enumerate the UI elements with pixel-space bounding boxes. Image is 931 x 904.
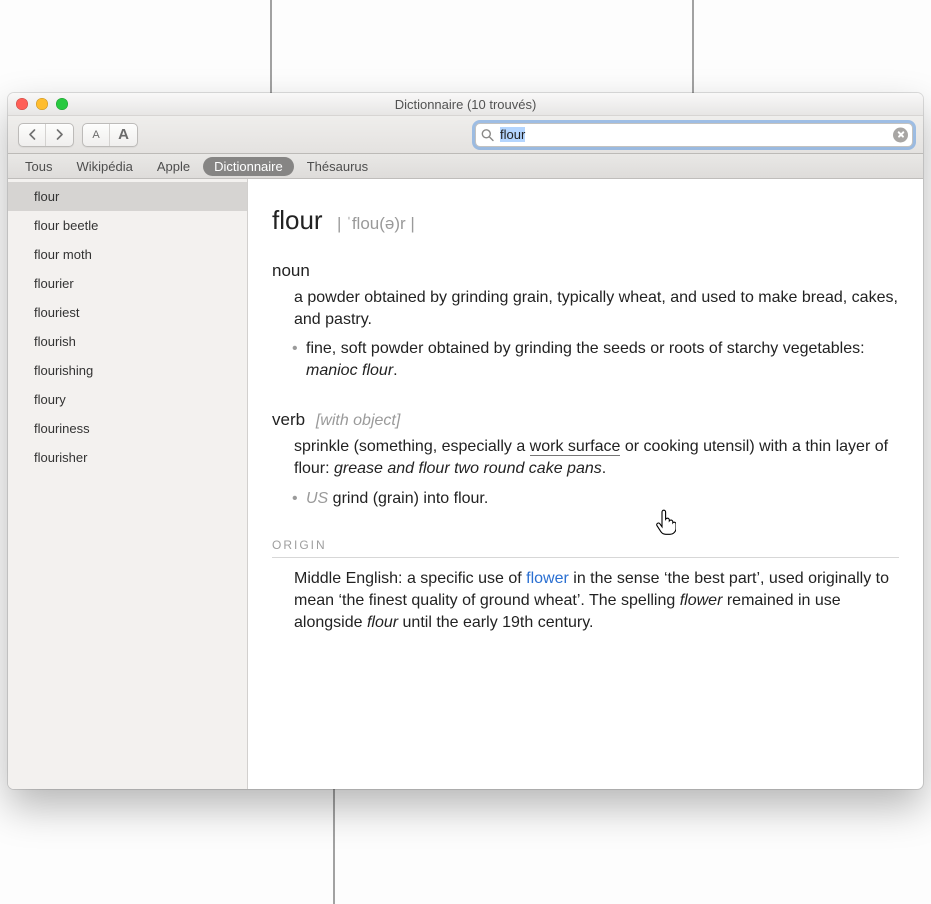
close-button[interactable] xyxy=(16,98,28,110)
search-field-wrap xyxy=(475,123,913,147)
zoom-button[interactable] xyxy=(56,98,68,110)
list-item[interactable]: flourier xyxy=(8,269,247,298)
toolbar: A A xyxy=(8,116,923,154)
minimize-button[interactable] xyxy=(36,98,48,110)
list-item[interactable]: flour xyxy=(8,182,247,211)
tab-thesaurus[interactable]: Thésaurus xyxy=(296,157,379,176)
gram-label: [with object] xyxy=(316,412,400,429)
font-smaller-button[interactable]: A xyxy=(83,124,110,146)
subdef-post: . xyxy=(393,362,397,379)
origin-header: ORIGIN xyxy=(272,537,899,558)
pos-verb-label: verb xyxy=(272,410,305,429)
list-item[interactable]: floury xyxy=(8,385,247,414)
subdefinition-noun: fine, soft powder obtained by grinding t… xyxy=(294,338,899,381)
region-label: US xyxy=(306,490,328,507)
window-title: Dictionnaire (10 trouvés) xyxy=(395,97,537,112)
origin-italic: flour xyxy=(367,614,398,631)
source-tabs: Tous Wikipédia Apple Dictionnaire Thésau… xyxy=(8,154,923,179)
headword: flour xyxy=(272,205,323,235)
subdef-text: grind (grain) into flour. xyxy=(328,490,488,507)
origin-body: Middle English: a specific use of flower… xyxy=(294,568,899,633)
tab-apple[interactable]: Apple xyxy=(146,157,201,176)
chevron-right-icon xyxy=(55,129,64,140)
definition-noun: a powder obtained by grinding grain, typ… xyxy=(294,287,899,330)
dictionary-window: Dictionnaire (10 trouvés) A A xyxy=(8,93,923,789)
definition-pane[interactable]: flour | ˈflou(ə)r | noun a powder obtain… xyxy=(248,179,923,789)
list-item[interactable]: flourish xyxy=(8,327,247,356)
origin-link-flower[interactable]: flower xyxy=(526,570,569,587)
back-button[interactable] xyxy=(19,124,46,146)
search-input[interactable] xyxy=(475,123,913,147)
pronunciation: | ˈflou(ə)r | xyxy=(337,214,415,233)
list-item[interactable]: flour beetle xyxy=(8,211,247,240)
font-size-segment: A A xyxy=(82,123,138,147)
clear-search-button[interactable] xyxy=(893,127,908,142)
list-item[interactable]: flourishing xyxy=(8,356,247,385)
def-pre: sprinkle (something, especially a xyxy=(294,438,530,455)
search-icon xyxy=(481,128,494,141)
chevron-left-icon xyxy=(28,129,37,140)
font-larger-button[interactable]: A xyxy=(110,124,137,146)
tab-tous[interactable]: Tous xyxy=(14,157,63,176)
nav-segment xyxy=(18,123,74,147)
origin-text: until the early 19th century. xyxy=(398,614,593,631)
origin-text: Middle English: a specific use of xyxy=(294,570,526,587)
origin-italic: flower xyxy=(680,592,723,609)
subdefinition-verb: US grind (grain) into flour. xyxy=(294,488,899,510)
list-item[interactable]: flourisher xyxy=(8,443,247,472)
list-item[interactable]: flour moth xyxy=(8,240,247,269)
tab-dictionnaire[interactable]: Dictionnaire xyxy=(203,157,294,176)
headword-line: flour | ˈflou(ə)r | xyxy=(272,203,899,238)
definition-verb: sprinkle (something, especially a work s… xyxy=(294,436,899,479)
list-item[interactable]: flouriest xyxy=(8,298,247,327)
example-text: manioc flour xyxy=(306,362,393,379)
results-sidebar[interactable]: flour flour beetle flour moth flourier f… xyxy=(8,179,248,789)
body: flour flour beetle flour moth flourier f… xyxy=(8,179,923,789)
pos-verb: verb [with object] xyxy=(272,409,899,432)
xref-link[interactable]: work surface xyxy=(530,438,621,456)
pos-noun: noun xyxy=(272,260,899,283)
forward-button[interactable] xyxy=(46,124,73,146)
subdef-text: fine, soft powder obtained by grinding t… xyxy=(306,340,865,357)
tab-wikipedia[interactable]: Wikipédia xyxy=(65,157,143,176)
example-text: grease and flour two round cake pans xyxy=(334,460,602,477)
window-controls xyxy=(16,93,68,115)
def-post: . xyxy=(602,460,606,477)
list-item[interactable]: flouriness xyxy=(8,414,247,443)
titlebar: Dictionnaire (10 trouvés) xyxy=(8,93,923,116)
